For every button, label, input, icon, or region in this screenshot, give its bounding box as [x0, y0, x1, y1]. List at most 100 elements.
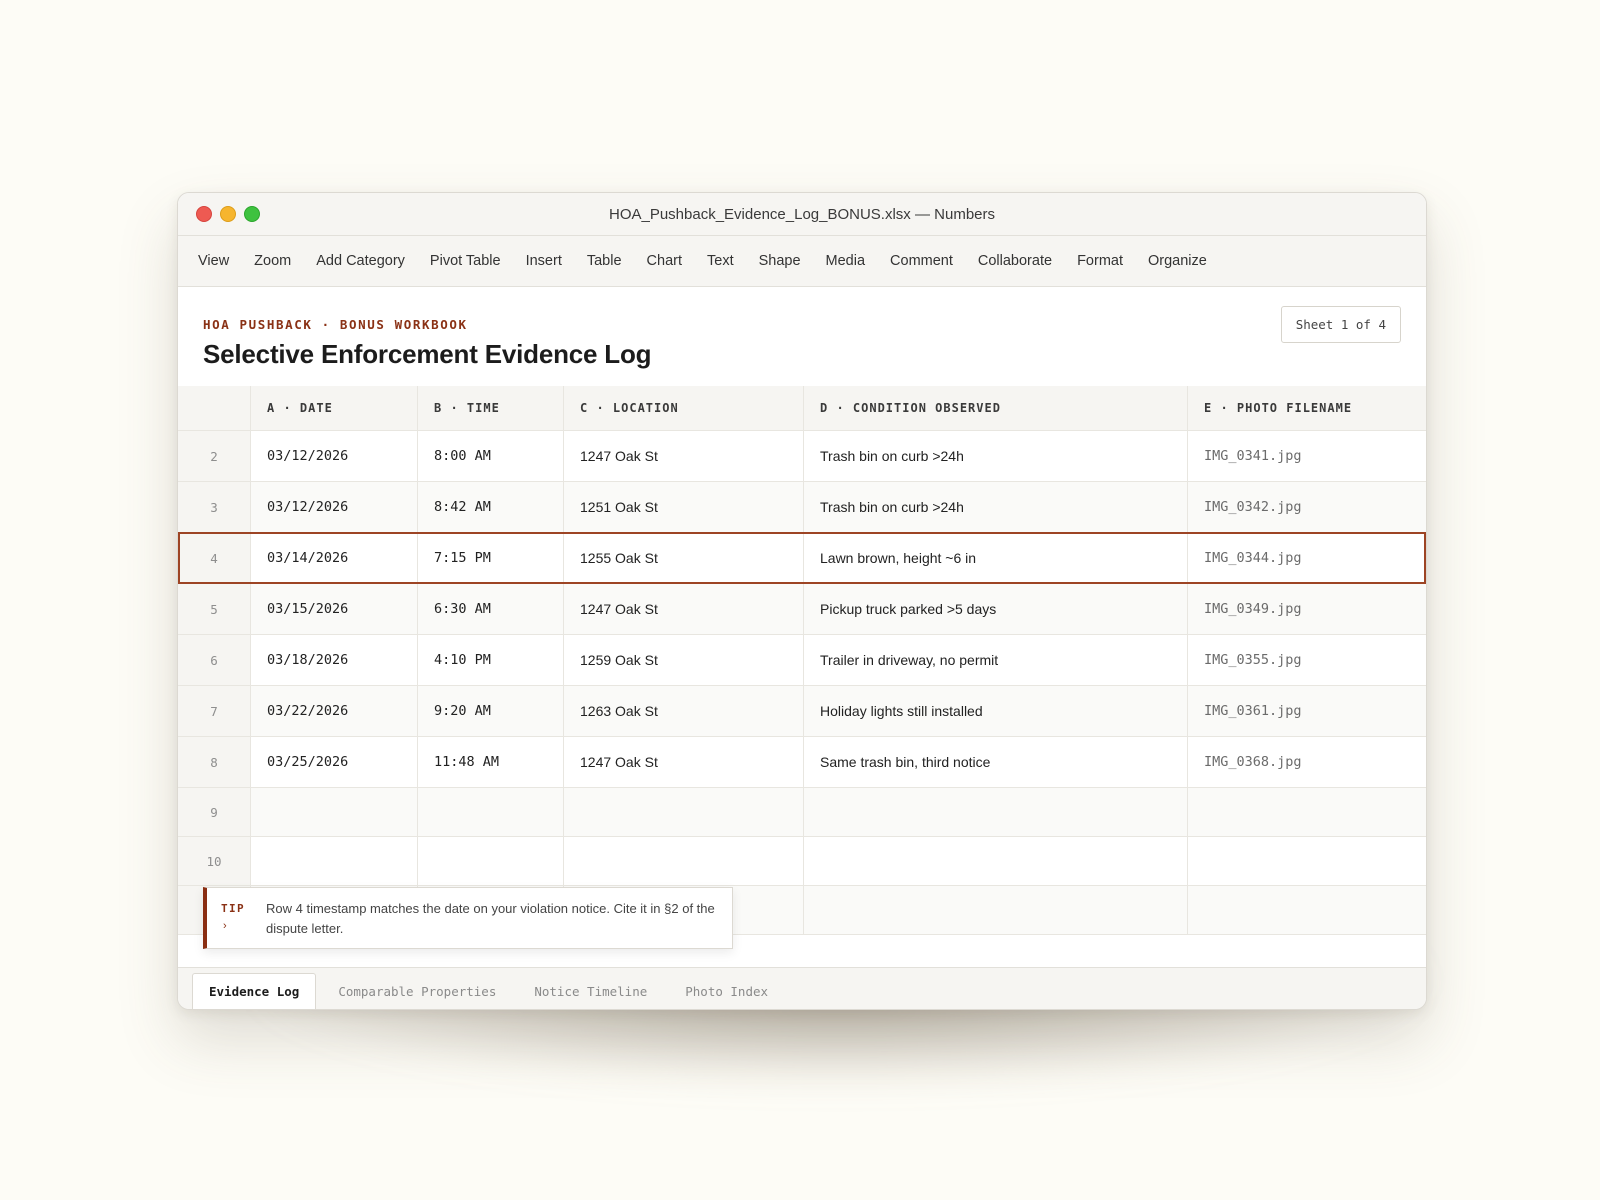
row-number[interactable]: 9: [178, 788, 251, 836]
photo-filename-cell[interactable]: IMG_0361.jpg: [1188, 686, 1426, 736]
empty-cell[interactable]: [804, 788, 1188, 836]
empty-cell[interactable]: [804, 837, 1188, 885]
empty-cell[interactable]: [1188, 788, 1426, 836]
column-header-time[interactable]: B · TIME: [418, 386, 564, 430]
minimize-window-button[interactable]: [220, 206, 236, 222]
tab-comparable-properties[interactable]: Comparable Properties: [322, 973, 512, 1009]
menu-organize[interactable]: Organize: [1148, 253, 1207, 269]
column-header-location[interactable]: C · LOCATION: [564, 386, 804, 430]
zoom-window-button[interactable]: [244, 206, 260, 222]
column-header-condition[interactable]: D · CONDITION OBSERVED: [804, 386, 1188, 430]
menu-chart[interactable]: Chart: [647, 253, 682, 269]
location-cell[interactable]: 1247 Oak St: [564, 737, 804, 787]
location-cell[interactable]: 1259 Oak St: [564, 635, 804, 685]
sheet-header: HOA PUSHBACK · BONUS WORKBOOK Selective …: [178, 287, 1426, 386]
tab-evidence-log[interactable]: Evidence Log: [192, 973, 317, 1009]
condition-cell[interactable]: Trash bin on curb >24h: [804, 482, 1188, 532]
location-cell[interactable]: 1247 Oak St: [564, 431, 804, 481]
date-cell[interactable]: 03/12/2026: [251, 482, 418, 532]
condition-cell[interactable]: Pickup truck parked >5 days: [804, 584, 1188, 634]
selected-table-row[interactable]: 4 03/14/2026 7:15 PM 1255 Oak St Lawn br…: [178, 532, 1426, 584]
photo-filename-cell[interactable]: IMG_0355.jpg: [1188, 635, 1426, 685]
empty-cell[interactable]: [418, 788, 564, 836]
menu-media[interactable]: Media: [826, 253, 866, 269]
photo-filename-cell[interactable]: IMG_0368.jpg: [1188, 737, 1426, 787]
menu-shape[interactable]: Shape: [759, 253, 801, 269]
empty-cell[interactable]: [251, 788, 418, 836]
date-cell[interactable]: 03/14/2026: [251, 533, 418, 583]
location-cell[interactable]: 1263 Oak St: [564, 686, 804, 736]
table-row: 5 03/15/2026 6:30 AM 1247 Oak St Pickup …: [178, 584, 1426, 635]
menu-collaborate[interactable]: Collaborate: [978, 253, 1052, 269]
condition-cell[interactable]: Lawn brown, height ~6 in: [804, 533, 1188, 583]
row-number[interactable]: 5: [178, 584, 251, 634]
row-number[interactable]: 2: [178, 431, 251, 481]
chevron-right-icon: ›: [223, 920, 227, 932]
menu-text[interactable]: Text: [707, 253, 734, 269]
sheet-tab-bar: Evidence Log Comparable Properties Notic…: [178, 967, 1426, 1009]
tab-photo-index[interactable]: Photo Index: [669, 973, 784, 1009]
empty-cell[interactable]: [564, 788, 804, 836]
location-cell[interactable]: 1255 Oak St: [564, 533, 804, 583]
menu-zoom[interactable]: Zoom: [254, 253, 291, 269]
date-cell[interactable]: 03/25/2026: [251, 737, 418, 787]
condition-cell[interactable]: Same trash bin, third notice: [804, 737, 1188, 787]
menu-view[interactable]: View: [198, 253, 229, 269]
condition-cell[interactable]: Trailer in driveway, no permit: [804, 635, 1188, 685]
menu-pivot-table[interactable]: Pivot Table: [430, 253, 501, 269]
empty-cell[interactable]: [564, 837, 804, 885]
time-cell[interactable]: 4:10 PM: [418, 635, 564, 685]
photo-filename-cell[interactable]: IMG_0341.jpg: [1188, 431, 1426, 481]
time-cell[interactable]: 7:15 PM: [418, 533, 564, 583]
tip-text: Row 4 timestamp matches the date on your…: [266, 901, 715, 936]
row-number[interactable]: 6: [178, 635, 251, 685]
empty-cell[interactable]: [1188, 886, 1426, 934]
time-cell[interactable]: 11:48 AM: [418, 737, 564, 787]
date-cell[interactable]: 03/22/2026: [251, 686, 418, 736]
close-window-button[interactable]: [196, 206, 212, 222]
condition-cell[interactable]: Holiday lights still installed: [804, 686, 1188, 736]
photo-filename-cell[interactable]: IMG_0342.jpg: [1188, 482, 1426, 532]
table-header-row: A · DATE B · TIME C · LOCATION D · CONDI…: [178, 386, 1426, 431]
row-number[interactable]: 7: [178, 686, 251, 736]
table-row: 2 03/12/2026 8:00 AM 1247 Oak St Trash b…: [178, 431, 1426, 482]
time-cell[interactable]: 6:30 AM: [418, 584, 564, 634]
table-row: 7 03/22/2026 9:20 AM 1263 Oak St Holiday…: [178, 686, 1426, 737]
empty-cell[interactable]: [251, 837, 418, 885]
menu-insert[interactable]: Insert: [526, 253, 562, 269]
menu-comment[interactable]: Comment: [890, 253, 953, 269]
menu-add-category[interactable]: Add Category: [316, 253, 405, 269]
evidence-table: A · DATE B · TIME C · LOCATION D · CONDI…: [178, 386, 1426, 935]
empty-cell[interactable]: [804, 886, 1188, 934]
empty-cell[interactable]: [1188, 837, 1426, 885]
row-number[interactable]: 8: [178, 737, 251, 787]
tip-callout: TIP › Row 4 timestamp matches the date o…: [203, 887, 733, 949]
location-cell[interactable]: 1247 Oak St: [564, 584, 804, 634]
photo-filename-cell[interactable]: IMG_0344.jpg: [1188, 533, 1426, 583]
tab-notice-timeline[interactable]: Notice Timeline: [518, 973, 663, 1009]
date-cell[interactable]: 03/12/2026: [251, 431, 418, 481]
date-cell[interactable]: 03/18/2026: [251, 635, 418, 685]
sheet-indicator-badge[interactable]: Sheet 1 of 4: [1280, 306, 1401, 343]
title-bar: HOA_Pushback_Evidence_Log_BONUS.xlsx — N…: [178, 193, 1426, 236]
photo-filename-cell[interactable]: IMG_0349.jpg: [1188, 584, 1426, 634]
empty-cell[interactable]: [418, 837, 564, 885]
workbook-eyebrow: HOA PUSHBACK · BONUS WORKBOOK: [203, 317, 468, 332]
corner-cell[interactable]: [178, 386, 251, 430]
column-header-date[interactable]: A · DATE: [251, 386, 418, 430]
page-title: Selective Enforcement Evidence Log: [203, 339, 652, 369]
date-cell[interactable]: 03/15/2026: [251, 584, 418, 634]
column-header-photo[interactable]: E · PHOTO FILENAME: [1188, 386, 1426, 430]
time-cell[interactable]: 8:00 AM: [418, 431, 564, 481]
condition-cell[interactable]: Trash bin on curb >24h: [804, 431, 1188, 481]
table-row: 8 03/25/2026 11:48 AM 1247 Oak St Same t…: [178, 737, 1426, 788]
time-cell[interactable]: 9:20 AM: [418, 686, 564, 736]
row-number[interactable]: 10: [178, 837, 251, 885]
location-cell[interactable]: 1251 Oak St: [564, 482, 804, 532]
time-cell[interactable]: 8:42 AM: [418, 482, 564, 532]
row-number[interactable]: 4: [178, 533, 251, 583]
menu-table[interactable]: Table: [587, 253, 622, 269]
row-number[interactable]: 3: [178, 482, 251, 532]
window-title: HOA_Pushback_Evidence_Log_BONUS.xlsx — N…: [608, 205, 995, 223]
menu-format[interactable]: Format: [1077, 253, 1123, 269]
